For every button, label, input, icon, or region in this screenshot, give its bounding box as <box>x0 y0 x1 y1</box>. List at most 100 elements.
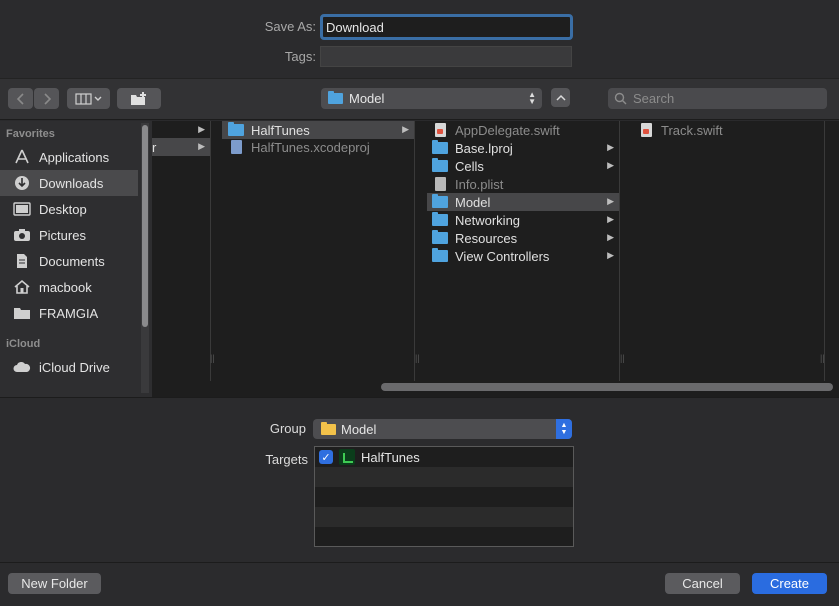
list-item[interactable]: View Controllers ▶ <box>427 247 619 265</box>
browser-horizontal-scrollbar[interactable] <box>381 383 833 391</box>
camera-icon <box>12 227 32 243</box>
sidebar-item-pictures[interactable]: Pictures <box>0 222 138 248</box>
list-item[interactable]: r ▶ <box>152 138 210 156</box>
browser-column-2: HalfTunes ▶ HalfTunes.xcodeproj || <box>210 121 415 381</box>
sidebar-item-macbook[interactable]: macbook <box>0 274 138 300</box>
sidebar-item-icloud-drive[interactable]: iCloud Drive <box>0 354 138 380</box>
view-mode-button[interactable] <box>67 88 110 109</box>
app-icon <box>339 449 355 465</box>
chevron-right-icon: ▶ <box>198 141 205 151</box>
list-item[interactable]: HalfTunes.xcodeproj <box>222 138 414 156</box>
list-item-label: Info.plist <box>455 176 504 192</box>
list-item-label: Base.lproj <box>455 140 513 156</box>
tags-label: Tags: <box>284 49 316 64</box>
list-item-label: HalfTunes <box>251 122 310 138</box>
cancel-button[interactable]: Cancel <box>665 573 740 594</box>
sidebar-item-label: macbook <box>39 279 92 295</box>
sidebar-scrollbar-thumb[interactable] <box>142 125 148 327</box>
sidebar-item-downloads[interactable]: Downloads <box>0 170 138 196</box>
sidebar-item-label: Documents <box>39 253 105 269</box>
list-item[interactable]: AppDelegate.swift <box>427 121 619 139</box>
expand-icon <box>555 94 566 101</box>
browser-column-4: Track.swift || || <box>620 121 825 381</box>
save-as-label: Save As: <box>264 19 316 34</box>
search-placeholder: Search <box>633 91 675 106</box>
table-row <box>315 507 573 527</box>
swift-file-icon <box>641 123 652 137</box>
list-item-label: r <box>152 139 157 155</box>
targets-label: Targets <box>265 452 308 467</box>
checkbox-checked-icon[interactable]: ✓ <box>319 450 333 464</box>
column-resize-handle[interactable]: || <box>210 353 215 363</box>
list-item[interactable]: Networking ▶ <box>427 211 619 229</box>
chevron-right-icon <box>43 92 51 105</box>
save-header: Save As: Tags: <box>0 0 839 78</box>
tags-field[interactable] <box>320 46 572 67</box>
new-folder-button[interactable]: New Folder <box>8 573 101 594</box>
sidebar-item-framgia[interactable]: FRAMGIA <box>0 300 138 326</box>
sidebar-item-label: FRAMGIA <box>39 305 99 321</box>
list-item-label: Resources <box>455 230 518 246</box>
targets-list: ✓ HalfTunes <box>314 446 574 547</box>
sidebar-header-icloud: iCloud <box>6 338 41 350</box>
sidebar-header-favorites: Favorites <box>6 128 55 140</box>
expand-button[interactable] <box>551 88 570 107</box>
group-popup[interactable]: Model ▲ ▼ <box>313 419 572 439</box>
folder-icon <box>12 305 32 321</box>
sidebar-item-desktop[interactable]: Desktop <box>0 196 138 222</box>
search-icon <box>614 92 627 105</box>
list-item-label: Model <box>455 194 491 210</box>
sidebar-item-documents[interactable]: Documents <box>0 248 138 274</box>
folder-icon <box>228 122 244 136</box>
list-item[interactable]: Cells ▶ <box>427 157 619 175</box>
folder-icon <box>321 421 336 435</box>
list-item-label: Cells <box>455 158 484 174</box>
list-item[interactable]: ▶ <box>152 121 210 139</box>
sidebar-item-label: Downloads <box>39 175 104 191</box>
popup-arrows-icon: ▲ ▼ <box>556 419 572 439</box>
table-row <box>315 487 573 507</box>
folder-icon <box>432 140 448 154</box>
create-button[interactable]: Create <box>752 573 827 594</box>
chevron-right-icon: ▶ <box>607 196 614 206</box>
browser-column-3: AppDelegate.swift Base.lproj ▶ Cells ▶ I… <box>415 121 620 381</box>
sidebar-item-applications[interactable]: Applications <box>0 144 138 170</box>
folder-icon <box>432 230 448 244</box>
column-browser: ▶ r ▶ HalfTunes ▶ HalfTunes.xcodeproj ||… <box>152 121 839 397</box>
chevron-right-icon: ▶ <box>607 214 614 224</box>
folder-icon <box>432 158 448 172</box>
column-resize-handle[interactable]: || <box>415 353 420 363</box>
plist-file-icon <box>435 177 446 191</box>
table-row <box>315 467 573 487</box>
list-item[interactable]: Base.lproj ▶ <box>427 139 619 157</box>
location-popup[interactable]: Model ▲ ▼ <box>321 88 542 109</box>
list-item-label: AppDelegate.swift <box>455 122 560 138</box>
column-resize-handle[interactable]: || <box>620 353 625 363</box>
chevron-right-icon: ▶ <box>607 250 614 260</box>
save-as-input[interactable] <box>320 14 573 40</box>
folder-icon <box>328 91 343 104</box>
table-row[interactable]: ✓ HalfTunes <box>315 447 573 467</box>
xcodeproj-icon <box>231 140 242 154</box>
list-item-label: HalfTunes.xcodeproj <box>251 139 370 155</box>
list-item[interactable]: Resources ▶ <box>427 229 619 247</box>
chevron-right-icon: ▶ <box>607 160 614 170</box>
list-item[interactable]: Track.swift <box>632 121 824 139</box>
chevron-right-icon: ▶ <box>607 232 614 242</box>
downloads-icon <box>12 175 32 191</box>
list-item[interactable]: Info.plist <box>427 175 619 193</box>
search-input[interactable]: Search <box>608 88 827 109</box>
column-resize-handle[interactable]: || <box>820 353 825 363</box>
location-popup-label: Model <box>349 91 385 106</box>
new-folder-toolbar-button[interactable] <box>117 88 161 109</box>
new-folder-icon <box>131 91 146 105</box>
table-row <box>315 527 573 547</box>
list-item[interactable]: HalfTunes ▶ <box>222 121 414 139</box>
sidebar: Favorites Applications Downloads Desktop… <box>0 121 152 397</box>
forward-button[interactable] <box>34 88 59 109</box>
list-item[interactable]: Model ▶ <box>427 193 619 211</box>
list-item-label: View Controllers <box>455 248 550 264</box>
back-button[interactable] <box>8 88 33 109</box>
group-label: Group <box>269 421 306 436</box>
options-panel: Group Model ▲ ▼ Targets ✓ HalfTunes New F… <box>0 397 839 606</box>
